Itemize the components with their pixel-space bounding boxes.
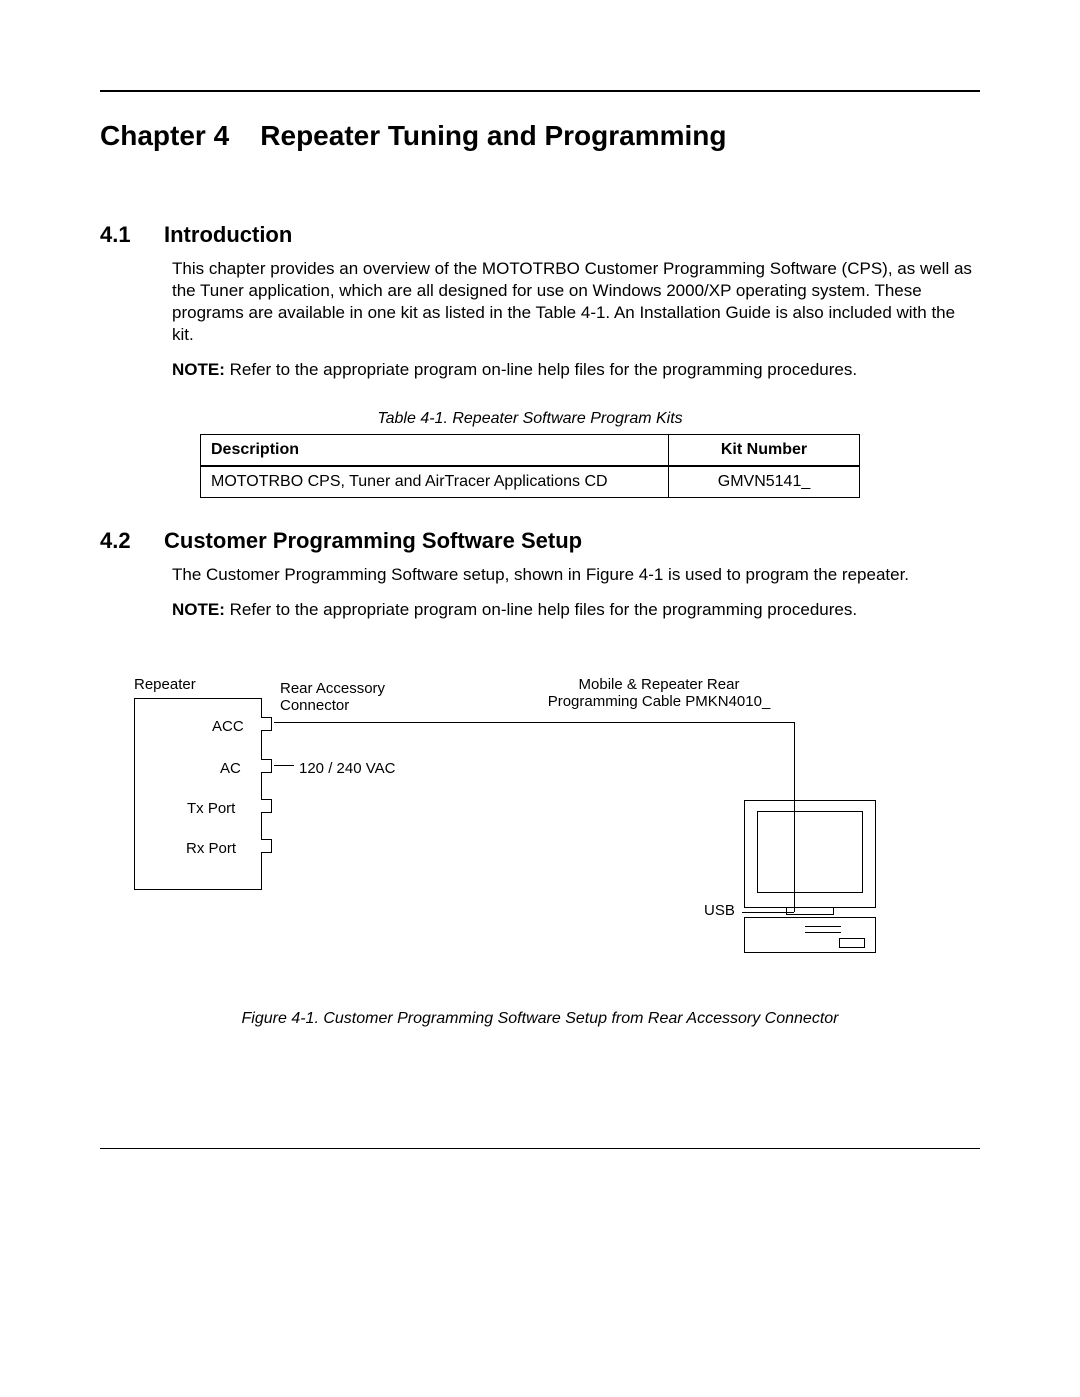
cpu-slot: [805, 932, 841, 933]
note-text: Refer to the appropriate program on-line…: [230, 600, 857, 619]
label-txport: Tx Port: [187, 800, 235, 817]
table-cell-description: MOTOTRBO CPS, Tuner and AirTracer Applic…: [201, 466, 669, 498]
chapter-label: Chapter 4: [100, 120, 229, 151]
monitor-stand: [786, 908, 834, 915]
wire-ac: [274, 765, 294, 766]
chapter-title: Chapter 4 Repeater Tuning and Programmin…: [100, 120, 980, 152]
chapter-text: Repeater Tuning and Programming: [260, 120, 726, 151]
section-number: 4.1: [100, 222, 164, 248]
kits-table: Description Kit Number MOTOTRBO CPS, Tun…: [200, 434, 860, 498]
table-caption: Table 4-1. Repeater Software Program Kit…: [200, 410, 860, 428]
label-ac: AC: [220, 760, 241, 777]
note-label: NOTE:: [172, 360, 225, 379]
port-acc-notch: [261, 717, 272, 731]
port-rx-notch: [261, 839, 272, 853]
table-cell-kit-number: GMVN5141_: [669, 466, 860, 498]
port-tx-notch: [261, 799, 272, 813]
section-title: Introduction: [164, 222, 292, 247]
section-number: 4.2: [100, 528, 164, 554]
cpu-slot: [805, 926, 841, 927]
section-4-2-heading: 4.2Customer Programming Software Setup: [100, 528, 980, 554]
label-rear-accessory-connector: Rear Accessory Connector: [280, 680, 440, 714]
label-voltage: 120 / 240 VAC: [299, 760, 395, 777]
label-usb: USB: [704, 902, 735, 919]
section-title: Customer Programming Software Setup: [164, 528, 582, 553]
label-rxport: Rx Port: [186, 840, 236, 857]
cable-line2: Programming Cable PMKN4010_: [548, 693, 771, 710]
section-4-2-paragraph: The Customer Programming Software setup,…: [172, 564, 980, 586]
section-4-1-note: NOTE: Refer to the appropriate program o…: [172, 360, 980, 380]
port-ac-notch: [261, 759, 272, 773]
table-header-kit-number: Kit Number: [669, 435, 860, 467]
table-4-1: Table 4-1. Repeater Software Program Kit…: [200, 410, 860, 498]
bottom-rule: [100, 1148, 980, 1149]
computer-icon: [744, 800, 876, 953]
figure-caption: Figure 4-1. Customer Programming Softwar…: [100, 1010, 980, 1028]
section-4-2-note: NOTE: Refer to the appropriate program o…: [172, 600, 980, 620]
label-acc: ACC: [212, 718, 244, 735]
label-repeater: Repeater: [134, 676, 196, 693]
cpu-button: [839, 938, 865, 948]
table-row: MOTOTRBO CPS, Tuner and AirTracer Applic…: [201, 466, 860, 498]
table-header-description: Description: [201, 435, 669, 467]
figure-4-1-diagram: Repeater ACC AC Tx Port Rx Port Rear Acc…: [124, 680, 980, 980]
note-label: NOTE:: [172, 600, 225, 619]
top-rule: [100, 90, 980, 92]
cable-line1: Mobile & Repeater Rear: [579, 676, 740, 693]
wire-acc-to-cable: [274, 722, 794, 723]
label-programming-cable: Mobile & Repeater Rear Programming Cable…: [519, 676, 799, 710]
section-4-1-paragraph: This chapter provides an overview of the…: [172, 258, 980, 346]
cpu-box: [744, 917, 876, 953]
section-4-1-heading: 4.1Introduction: [100, 222, 980, 248]
monitor-inner: [757, 811, 863, 893]
table-row: Description Kit Number: [201, 435, 860, 467]
monitor-outer: [744, 800, 876, 908]
note-text: Refer to the appropriate program on-line…: [230, 360, 857, 379]
